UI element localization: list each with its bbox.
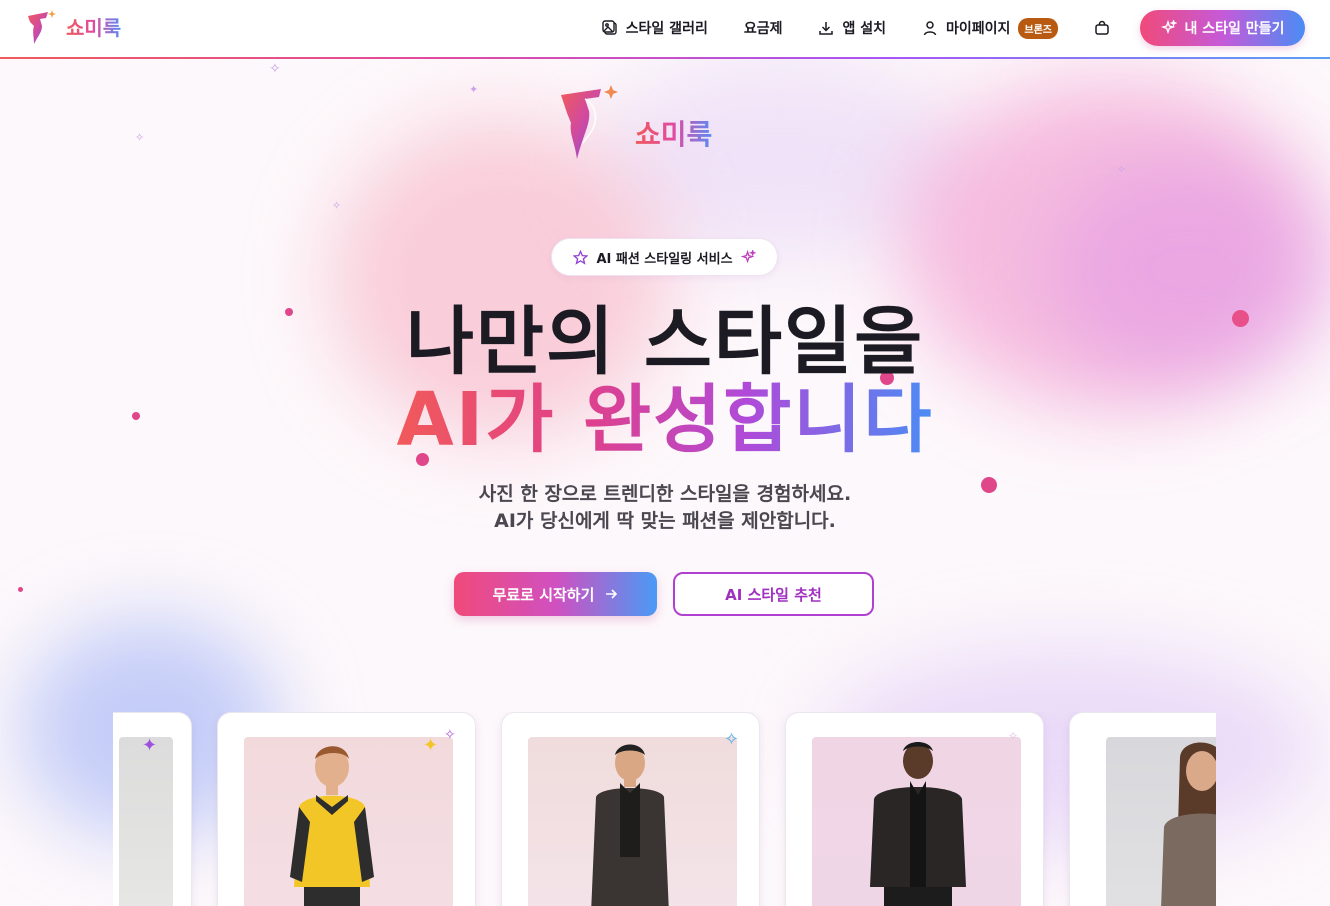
ai-recommend-button[interactable]: AI 스타일 추천 [673,572,874,616]
user-icon [923,21,937,36]
cart-button[interactable] [1094,20,1110,36]
service-pill: AI 패션 스타일링 서비스 [551,238,778,276]
headline-line-2-text: AI가 완성합니다 [396,377,934,463]
model-suit-image [591,744,669,906]
headline-line-2: AI가 완성합니다 [0,375,1330,465]
style-photo [528,737,737,906]
nav-gallery-label: 스타일 갤러리 [625,21,708,37]
nav-install[interactable]: 앱 설치 [818,18,886,38]
cart-icon [1095,20,1109,35]
create-style-label: 내 스타일 만들기 [1184,21,1285,37]
style-card[interactable]: ✦ ✧ [217,712,476,906]
start-free-button[interactable]: 무료로 시작하기 [454,572,657,616]
style-carousel: ✦ ✦ ✧ ✧ ✧ [113,712,1216,906]
sparkle-icon: ✧ [135,131,145,144]
style-photo [1106,737,1216,906]
decor-dot [18,587,23,592]
model-bomber-image [870,742,966,906]
sparkle-icon: ✧ [269,61,281,77]
model-child-image [290,746,374,906]
style-photo [244,737,453,906]
nav-install-label: 앱 설치 [842,21,886,37]
style-card[interactable]: ✧ [785,712,1044,906]
sparkle-icon: ✧ [444,727,456,743]
sparkle-icon: ✦ [142,735,158,756]
model-woman-image [1161,742,1216,906]
main-nav: 스타일 갤러리 요금제 앱 설치 마이페이지 브론즈 내 스타일 만들기 [566,10,1305,46]
hero-section: ✧ ✦ ✧ ✧ ✧ 쇼미룩 AI 패션 스타일링 서비스 나만의 스타일을 AI… [0,59,1330,906]
top-header: 쇼미룩 스타일 갤러리 요금제 앱 설치 마이페이지 브론즈 내 스타일 만들기 [0,0,1330,58]
ai-recommend-label: AI 스타일 추천 [725,585,822,604]
download-icon [819,22,834,35]
header-logo[interactable]: 쇼미룩 [24,6,121,46]
tier-badge: 브론즈 [1018,17,1058,39]
logo-icon [28,10,56,44]
gallery-icon [601,20,617,35]
star-icon [573,249,589,265]
sparkle-icon [1160,20,1177,35]
nav-mypage-label: 마이페이지 [945,21,1011,37]
sparkle-icon: ✧ [724,729,740,750]
style-card[interactable]: ✦ [113,712,192,906]
sparkle-icon [740,249,756,263]
hero-logo: 쇼미룩 [555,83,712,163]
logo-icon [561,85,618,159]
style-photo [119,737,173,906]
style-photo [812,737,1021,906]
hero-brand-name: 쇼미룩 [635,113,712,153]
nav-pricing[interactable]: 요금제 [744,18,783,38]
sparkle-icon: ✧ [332,199,342,212]
start-free-label: 무료로 시작하기 [492,585,595,604]
arrow-right-icon [606,589,618,599]
sparkle-icon: ✧ [1008,729,1019,743]
sparkle-icon: ✧ [1117,163,1127,176]
subtitle-line-2: AI가 당신에게 딱 맞는 패션을 제안합니다. [494,510,836,532]
subtitle-line-1: 사진 한 장으로 트렌디한 스타일을 경험하세요. [478,483,852,505]
sparkle-icon: ✦ [469,83,479,96]
style-card[interactable] [1069,712,1216,906]
nav-gallery[interactable]: 스타일 갤러리 [601,18,708,38]
header-brand-name: 쇼미룩 [66,12,121,41]
create-style-button[interactable]: 내 스타일 만들기 [1140,10,1305,46]
sparkle-icon: ✦ [423,735,439,756]
headline-line-1: 나만의 스타일을 [405,299,925,385]
nav-pricing-label: 요금제 [743,21,783,37]
service-pill-label: AI 패션 스타일링 서비스 [596,251,733,267]
style-card[interactable]: ✧ [501,712,760,906]
nav-mypage[interactable]: 마이페이지 브론즈 [922,17,1058,39]
